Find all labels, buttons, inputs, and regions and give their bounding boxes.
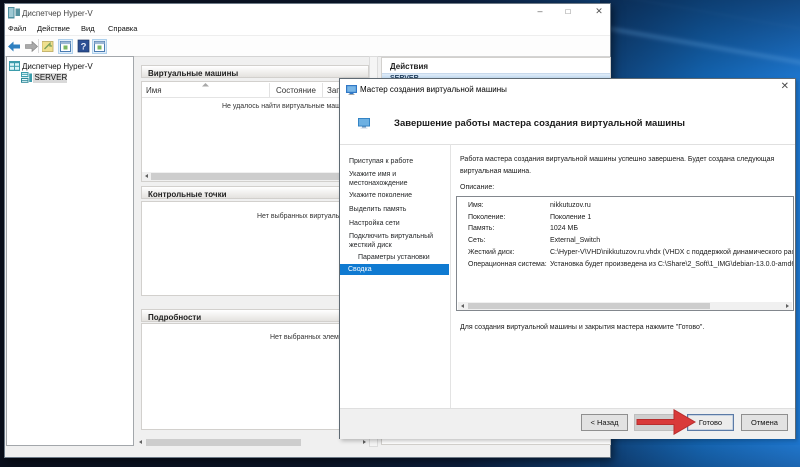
svg-text:?: ? (81, 42, 87, 53)
